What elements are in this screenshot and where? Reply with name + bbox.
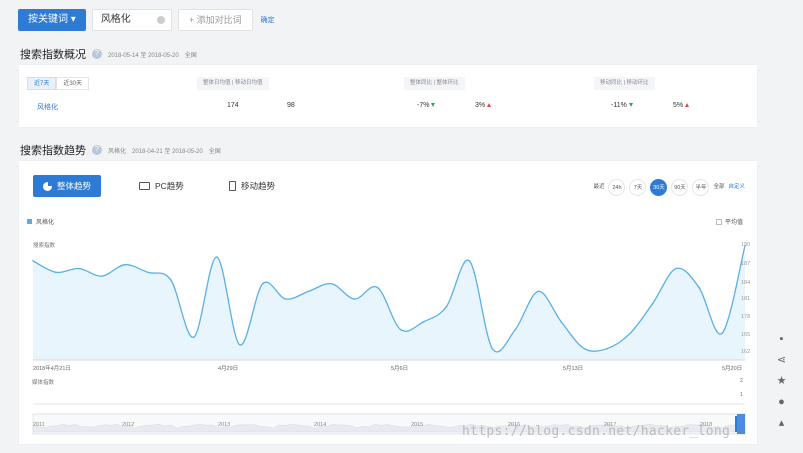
data-point (560, 321, 563, 323)
data-point (629, 332, 631, 335)
x-axis-ticks: 2018年4月21日 4月29日 5月6日 5月13日 5月20日 (33, 364, 742, 372)
data-point (353, 298, 356, 300)
brush-year-label: 2011 (33, 422, 45, 428)
brush-year-label: 2012 (122, 422, 134, 428)
x-tick-label: 2018年4月21日 (33, 364, 71, 372)
comment-icon[interactable]: ▪ (775, 332, 788, 345)
side-toolbar: ▪ ⋖ ★ ● ▴ (775, 332, 788, 430)
y-tick-label: 190 (741, 242, 750, 248)
media-tick-1: 1 (740, 392, 744, 398)
data-point (399, 328, 402, 331)
data-point (238, 343, 241, 346)
x-tick-label: 5月13日 (563, 365, 583, 372)
data-point (652, 302, 654, 304)
data-point (55, 271, 57, 274)
data-point (422, 321, 425, 323)
brush-year-label: 2013 (218, 422, 230, 428)
y-tick-label: 162 (741, 349, 750, 355)
data-point (376, 286, 379, 289)
data-point (445, 305, 448, 308)
data-point (606, 347, 608, 350)
y-tick-label: 187 (741, 261, 750, 267)
data-point (537, 290, 540, 293)
data-point (307, 290, 310, 293)
data-point (698, 286, 700, 289)
x-tick-label: 5月20日 (722, 365, 742, 372)
data-point (514, 328, 517, 331)
media-index-caption: 媒体指数 (32, 380, 55, 386)
brush-year-label: 2014 (314, 422, 326, 428)
brush-handle (737, 414, 745, 434)
data-point (147, 271, 149, 274)
watermark: https://blog.csdn.net/hacker_long (462, 424, 731, 439)
y-tick-label: 178 (741, 314, 750, 320)
y-tick-label: 181 (741, 296, 750, 302)
media-tick-2: 2 (740, 378, 744, 384)
data-point (32, 260, 34, 262)
y-tick-label: 184 (741, 280, 750, 286)
x-tick-label: 5月6日 (391, 365, 408, 372)
help-icon[interactable]: ● (775, 395, 788, 408)
data-point (468, 260, 471, 262)
top-icon[interactable]: ▴ (775, 416, 788, 429)
y-tick-label: 165 (741, 332, 750, 338)
data-point (101, 275, 103, 277)
data-point (721, 332, 723, 335)
x-tick-label: 4月29日 (218, 365, 238, 372)
brush-year-label: 2015 (411, 422, 423, 428)
data-point (124, 263, 126, 266)
data-point (78, 267, 80, 270)
data-point (491, 347, 494, 350)
series-area (33, 245, 745, 360)
trend-chart[interactable]: 190 187 184 181 178 165 162 2018年4月21日 4月29日 5月6… (0, 0, 803, 453)
data-point (583, 347, 586, 350)
data-point (284, 298, 287, 300)
data-point (170, 279, 172, 281)
star-icon[interactable]: ★ (775, 374, 788, 387)
share-icon[interactable]: ⋖ (775, 353, 788, 366)
data-point (675, 267, 677, 270)
plot-area (32, 244, 746, 405)
data-point (330, 282, 333, 285)
brush-handle-left (735, 416, 737, 432)
data-point (192, 336, 195, 338)
data-point (215, 256, 218, 258)
data-point (261, 282, 264, 285)
